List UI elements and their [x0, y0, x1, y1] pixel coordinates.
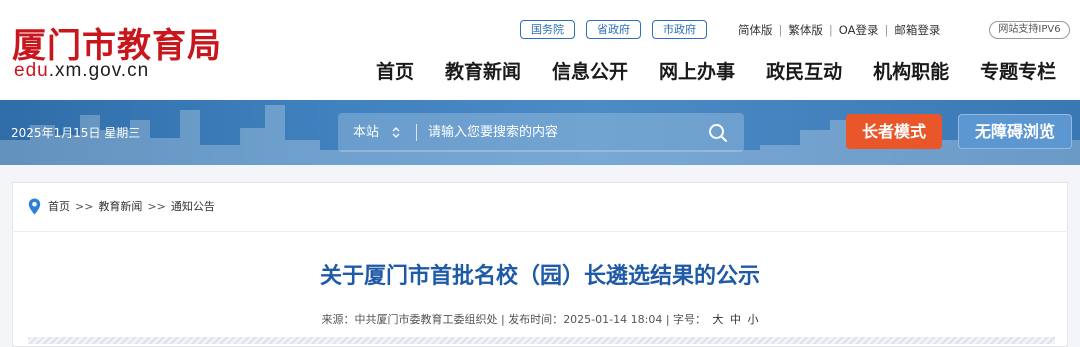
- search-scope-select[interactable]: 本站: [353, 113, 379, 152]
- site-header: 厦门市教育局 edu.xm.gov.cn 国务院 省政府 市政府 简体版 | 繁…: [0, 0, 1080, 100]
- gov-link-province[interactable]: 省政府: [586, 20, 641, 39]
- gov-link-state-council[interactable]: 国务院: [520, 20, 575, 39]
- font-size-small-button[interactable]: 小: [748, 313, 759, 326]
- nav-info-disclosure[interactable]: 信息公开: [552, 58, 628, 86]
- nav-organization[interactable]: 机构职能: [873, 58, 949, 86]
- meta-divider: |: [665, 313, 674, 326]
- publish-time: 2025-01-14 18:04: [563, 313, 663, 326]
- breadcrumb-separator: >>: [75, 199, 94, 213]
- site-domain: edu.xm.gov.cn: [14, 60, 149, 82]
- time-label: 发布时间：: [508, 313, 564, 326]
- oa-login-link[interactable]: OA登录: [839, 22, 879, 38]
- font-size-large-button[interactable]: 大: [713, 313, 724, 326]
- font-size-medium-button[interactable]: 中: [730, 313, 741, 326]
- breadcrumb-home[interactable]: 首页: [48, 198, 70, 214]
- gov-link-city[interactable]: 市政府: [652, 20, 707, 39]
- breadcrumb-education-news[interactable]: 教育新闻: [98, 198, 142, 214]
- nav-special-topics[interactable]: 专题专栏: [980, 58, 1056, 86]
- breadcrumb-notices[interactable]: 通知公告: [171, 198, 215, 214]
- ipv6-badge: 网站支持IPV6: [989, 21, 1070, 39]
- traditional-chinese-link[interactable]: 繁体版: [788, 22, 823, 38]
- divider: |: [884, 22, 889, 37]
- nav-home[interactable]: 首页: [376, 58, 414, 86]
- domain-suffix: .xm.gov.cn: [48, 60, 150, 81]
- search-input[interactable]: [428, 113, 698, 152]
- accessible-browse-button[interactable]: 无障碍浏览: [958, 114, 1072, 149]
- location-pin-icon: [28, 198, 41, 214]
- search-divider: [416, 124, 417, 141]
- search-box: 本站: [338, 113, 744, 152]
- nav-education-news[interactable]: 教育新闻: [445, 58, 521, 86]
- article-meta: 来源：中共厦门市委教育工委组织处 | 发布时间：2025-01-14 18:04…: [0, 311, 1080, 327]
- article-title: 关于厦门市首批名校（园）长遴选结果的公示: [319, 264, 760, 289]
- divider: |: [778, 22, 783, 37]
- nav-interaction[interactable]: 政民互动: [766, 58, 842, 86]
- divider: |: [828, 22, 833, 37]
- source-label: 来源：: [321, 313, 355, 326]
- fontsize-label: 字号：: [673, 313, 707, 326]
- gov-links: 国务院 省政府 市政府: [520, 20, 707, 39]
- elder-mode-button[interactable]: 长者模式: [846, 114, 942, 149]
- simplified-chinese-link[interactable]: 简体版: [738, 22, 773, 38]
- mail-login-link[interactable]: 邮箱登录: [894, 22, 940, 38]
- article-source: 中共厦门市委教育工委组织处: [354, 313, 498, 326]
- sort-arrows-icon[interactable]: [391, 125, 401, 140]
- breadcrumb: 首页 >> 教育新闻 >> 通知公告: [28, 197, 215, 215]
- nav-online-services[interactable]: 网上办事: [659, 58, 735, 86]
- main-nav: 首页 教育新闻 信息公开 网上办事 政民互动 机构职能 专题专栏: [376, 58, 1056, 86]
- decorative-stripe: [28, 337, 1055, 344]
- utility-links: 简体版 | 繁体版 | OA登录 | 邮箱登录: [738, 20, 940, 39]
- breadcrumb-separator: >>: [147, 199, 166, 213]
- search-icon[interactable]: [708, 123, 728, 143]
- domain-prefix: edu: [14, 60, 49, 81]
- breadcrumb-divider: [12, 231, 1068, 232]
- current-date: 2025年1月15日 星期三: [11, 126, 141, 140]
